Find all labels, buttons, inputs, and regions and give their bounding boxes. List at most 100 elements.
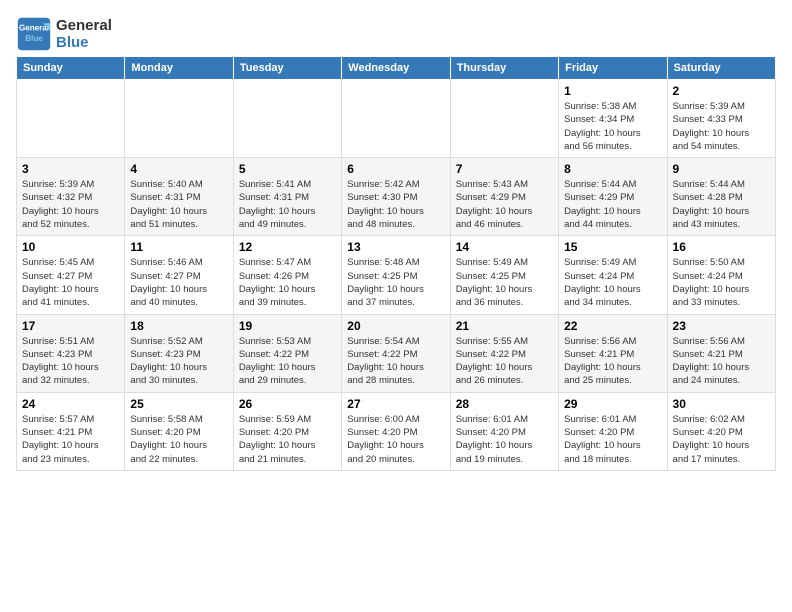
day-info: Sunrise: 5:54 AM Sunset: 4:22 PM Dayligh… [347,335,444,388]
calendar-cell: 4 Sunrise: 5:40 AM Sunset: 4:31 PM Daylig… [125,158,233,236]
day-number: 5 [239,162,336,176]
day-number: 26 [239,397,336,411]
day-number: 27 [347,397,444,411]
day-info: Sunrise: 6:01 AM Sunset: 4:20 PM Dayligh… [456,413,553,466]
calendar-cell: 13 Sunrise: 5:48 AM Sunset: 4:25 PM Dayli… [342,236,450,314]
day-info: Sunrise: 5:43 AM Sunset: 4:29 PM Dayligh… [456,178,553,231]
day-info: Sunrise: 5:57 AM Sunset: 4:21 PM Dayligh… [22,413,119,466]
day-info: Sunrise: 5:44 AM Sunset: 4:29 PM Dayligh… [564,178,661,231]
calendar-cell: 17 Sunrise: 5:51 AM Sunset: 4:23 PM Dayli… [17,314,125,392]
header-day: Friday [559,57,667,80]
calendar-cell: 28 Sunrise: 6:01 AM Sunset: 4:20 PM Dayli… [450,392,558,470]
day-number: 6 [347,162,444,176]
day-number: 30 [673,397,770,411]
calendar-cell: 2 Sunrise: 5:39 AM Sunset: 4:33 PM Daylig… [667,80,775,158]
calendar-cell: 8 Sunrise: 5:44 AM Sunset: 4:29 PM Daylig… [559,158,667,236]
calendar-cell [233,80,341,158]
day-info: Sunrise: 5:59 AM Sunset: 4:20 PM Dayligh… [239,413,336,466]
calendar-cell: 5Sunrise: 5:41 AM Sunset: 4:31 PM Daylig… [233,158,341,236]
calendar-cell: 10Sunrise: 5:45 AM Sunset: 4:27 PM Dayli… [17,236,125,314]
day-number: 7 [456,162,553,176]
day-number: 3 [22,162,119,176]
day-number: 21 [456,319,553,333]
calendar-cell: 19 Sunrise: 5:53 AM Sunset: 4:22 PM Dayli… [233,314,341,392]
day-info: Sunrise: 5:53 AM Sunset: 4:22 PM Dayligh… [239,335,336,388]
calendar-cell: 11Sunrise: 5:46 AM Sunset: 4:27 PM Dayli… [125,236,233,314]
header-day: Monday [125,57,233,80]
calendar-cell: 21 Sunrise: 5:55 AM Sunset: 4:22 PM Dayli… [450,314,558,392]
day-info: Sunrise: 5:47 AM Sunset: 4:26 PM Dayligh… [239,256,336,309]
calendar-cell: 6Sunrise: 5:42 AM Sunset: 4:30 PM Daylig… [342,158,450,236]
logo-text: General Blue [56,17,112,51]
day-number: 29 [564,397,661,411]
calendar-cell: 24 Sunrise: 5:57 AM Sunset: 4:21 PM Dayli… [17,392,125,470]
day-info: Sunrise: 5:39 AM Sunset: 4:33 PM Dayligh… [673,100,770,153]
day-info: Sunrise: 5:39 AM Sunset: 4:32 PM Dayligh… [22,178,119,231]
calendar-cell: 15 Sunrise: 5:49 AM Sunset: 4:24 PM Dayli… [559,236,667,314]
day-number: 4 [130,162,227,176]
day-info: Sunrise: 5:58 AM Sunset: 4:20 PM Dayligh… [130,413,227,466]
day-info: Sunrise: 6:00 AM Sunset: 4:20 PM Dayligh… [347,413,444,466]
page-header: General Blue General Blue [16,16,776,52]
calendar-cell: 26 Sunrise: 5:59 AM Sunset: 4:20 PM Dayli… [233,392,341,470]
day-number: 25 [130,397,227,411]
day-info: Sunrise: 6:02 AM Sunset: 4:20 PM Dayligh… [673,413,770,466]
svg-text:General: General [19,23,49,32]
day-number: 14 [456,240,553,254]
calendar-week-row: 24 Sunrise: 5:57 AM Sunset: 4:21 PM Dayli… [17,392,776,470]
day-number: 10 [22,240,119,254]
calendar-cell: 22 Sunrise: 5:56 AM Sunset: 4:21 PM Dayli… [559,314,667,392]
day-number: 2 [673,84,770,98]
day-info: Sunrise: 5:40 AM Sunset: 4:31 PM Dayligh… [130,178,227,231]
calendar: SundayMondayTuesdayWednesdayThursdayFrid… [16,56,776,471]
calendar-cell: 23Sunrise: 5:56 AM Sunset: 4:21 PM Dayli… [667,314,775,392]
day-info: Sunrise: 5:55 AM Sunset: 4:22 PM Dayligh… [456,335,553,388]
day-info: Sunrise: 5:46 AM Sunset: 4:27 PM Dayligh… [130,256,227,309]
calendar-cell: 3 Sunrise: 5:39 AM Sunset: 4:32 PM Daylig… [17,158,125,236]
day-number: 12 [239,240,336,254]
calendar-cell [125,80,233,158]
day-number: 1 [564,84,661,98]
calendar-cell: 29 Sunrise: 6:01 AM Sunset: 4:20 PM Dayli… [559,392,667,470]
svg-text:Blue: Blue [25,34,43,43]
day-number: 15 [564,240,661,254]
day-number: 20 [347,319,444,333]
day-info: Sunrise: 5:49 AM Sunset: 4:24 PM Dayligh… [564,256,661,309]
day-info: Sunrise: 5:49 AM Sunset: 4:25 PM Dayligh… [456,256,553,309]
day-info: Sunrise: 5:51 AM Sunset: 4:23 PM Dayligh… [22,335,119,388]
logo: General Blue General Blue [16,16,112,52]
day-number: 9 [673,162,770,176]
day-info: Sunrise: 5:48 AM Sunset: 4:25 PM Dayligh… [347,256,444,309]
day-number: 19 [239,319,336,333]
calendar-cell: 16 Sunrise: 5:50 AM Sunset: 4:24 PM Dayli… [667,236,775,314]
calendar-cell: 18Sunrise: 5:52 AM Sunset: 4:23 PM Dayli… [125,314,233,392]
calendar-week-row: 17 Sunrise: 5:51 AM Sunset: 4:23 PM Dayli… [17,314,776,392]
header-day: Saturday [667,57,775,80]
calendar-week-row: 10Sunrise: 5:45 AM Sunset: 4:27 PM Dayli… [17,236,776,314]
day-info: Sunrise: 5:50 AM Sunset: 4:24 PM Dayligh… [673,256,770,309]
day-number: 8 [564,162,661,176]
day-number: 28 [456,397,553,411]
logo-icon: General Blue [16,16,52,52]
day-number: 24 [22,397,119,411]
calendar-cell: 9Sunrise: 5:44 AM Sunset: 4:28 PM Daylig… [667,158,775,236]
calendar-cell: 1 Sunrise: 5:38 AM Sunset: 4:34 PM Daylig… [559,80,667,158]
calendar-cell: 27 Sunrise: 6:00 AM Sunset: 4:20 PM Dayli… [342,392,450,470]
day-number: 22 [564,319,661,333]
calendar-cell: 30 Sunrise: 6:02 AM Sunset: 4:20 PM Dayli… [667,392,775,470]
day-info: Sunrise: 6:01 AM Sunset: 4:20 PM Dayligh… [564,413,661,466]
calendar-cell: 20 Sunrise: 5:54 AM Sunset: 4:22 PM Dayli… [342,314,450,392]
day-number: 13 [347,240,444,254]
day-number: 18 [130,319,227,333]
calendar-cell [450,80,558,158]
day-number: 16 [673,240,770,254]
calendar-cell: 25 Sunrise: 5:58 AM Sunset: 4:20 PM Dayli… [125,392,233,470]
calendar-week-row: 3 Sunrise: 5:39 AM Sunset: 4:32 PM Daylig… [17,158,776,236]
day-info: Sunrise: 5:56 AM Sunset: 4:21 PM Dayligh… [673,335,770,388]
day-info: Sunrise: 5:56 AM Sunset: 4:21 PM Dayligh… [564,335,661,388]
day-info: Sunrise: 5:38 AM Sunset: 4:34 PM Dayligh… [564,100,661,153]
header-day: Sunday [17,57,125,80]
calendar-cell: 14 Sunrise: 5:49 AM Sunset: 4:25 PM Dayli… [450,236,558,314]
day-number: 17 [22,319,119,333]
calendar-cell: 7 Sunrise: 5:43 AM Sunset: 4:29 PM Daylig… [450,158,558,236]
